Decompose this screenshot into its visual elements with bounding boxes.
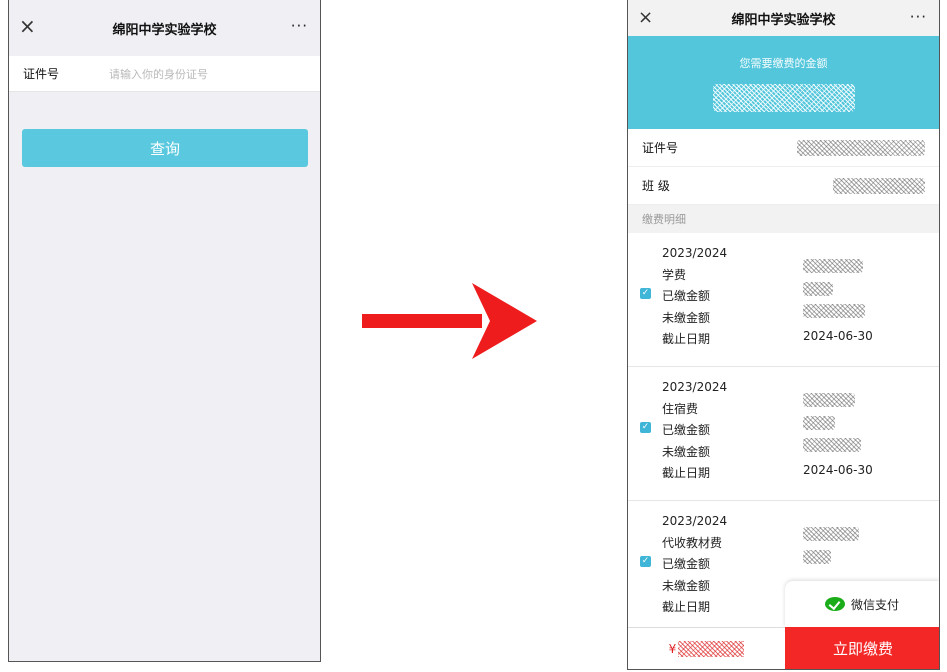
class-label: 班 级: [642, 179, 670, 193]
unpaid-label: 未缴金额: [662, 444, 711, 459]
redacted-fee: [803, 259, 863, 273]
section-title: 缴费明细: [628, 205, 939, 233]
redacted-values: [803, 247, 865, 318]
paid-label: 已缴金额: [662, 289, 711, 303]
nav-bar: × 绵阳中学实验学校 ···: [9, 0, 320, 56]
redacted-paid: [803, 550, 831, 564]
fee-name: 住宿费: [662, 401, 699, 416]
deadline-date: 2024-06-30: [803, 463, 873, 477]
id-label: 证件号: [23, 67, 60, 81]
paid-label: 已缴金额: [662, 423, 711, 437]
unpaid-label: 未缴金额: [662, 310, 711, 325]
wechat-pay-option[interactable]: 微信支付: [785, 581, 939, 627]
redacted-class: [833, 177, 925, 194]
checkbox-checked-icon[interactable]: ✓: [640, 288, 651, 299]
class-row: 班 级: [628, 167, 939, 205]
query-screen: × 绵阳中学实验学校 ··· 证件号 请输入你的身份证号 查询: [8, 0, 321, 662]
deadline-label: 截止日期: [662, 332, 711, 346]
wechat-pay-icon: [824, 597, 845, 611]
id-field-row[interactable]: 证件号 请输入你的身份证号: [9, 56, 320, 92]
deadline-label: 截止日期: [662, 466, 711, 480]
wechat-pay-label: 微信支付: [850, 597, 899, 612]
checkbox-checked-icon[interactable]: ✓: [640, 422, 651, 433]
page-title: 绵阳中学实验学校: [112, 22, 217, 38]
fee-year: 2023/2024: [662, 380, 728, 394]
close-icon[interactable]: ×: [19, 16, 36, 36]
fee-name: 学费: [662, 267, 687, 282]
redacted-paid: [803, 282, 833, 296]
arrow-right-icon: [362, 283, 537, 359]
paid-label: 已缴金额: [662, 557, 711, 571]
total-amount: ¥: [628, 627, 785, 669]
pay-now-button[interactable]: 立即缴费: [785, 627, 939, 669]
id-input[interactable]: 请输入你的身份证号: [109, 66, 208, 82]
redacted-fee: [803, 393, 855, 407]
deadline-date: 2024-06-30: [803, 329, 873, 343]
fee-item: ✓ 2023/2024 学费 已缴金额 未缴金额 截止日期 2024-06-30: [628, 233, 939, 367]
stage: × 绵阳中学实验学校 ··· 证件号 请输入你的身份证号 查询 × 绵阳中学实验…: [0, 0, 947, 672]
amount-banner: 您需要缴费的金额: [628, 36, 939, 129]
close-icon[interactable]: ×: [638, 8, 653, 28]
more-icon[interactable]: ···: [910, 8, 927, 26]
fee-item: ✓ 2023/2024 住宿费 已缴金额 未缴金额 截止日期 2024-06-3…: [628, 367, 939, 501]
bottom-bar: ¥ 立即缴费: [628, 627, 939, 669]
query-button[interactable]: 查询: [22, 129, 308, 167]
deadline-label: 截止日期: [662, 600, 711, 614]
fee-labels: 2023/2024 代收教材费 已缴金额 未缴金额 截止日期: [662, 511, 727, 619]
fee-labels: 2023/2024 住宿费 已缴金额 未缴金额 截止日期: [662, 377, 727, 485]
payment-screen: × 绵阳中学实验学校 ··· 您需要缴费的金额 证件号 班 级 缴费明细 ✓ 2…: [627, 0, 940, 670]
checkbox-checked-icon[interactable]: ✓: [640, 556, 651, 567]
redacted-paid: [803, 416, 835, 430]
fee-labels: 2023/2024 学费 已缴金额 未缴金额 截止日期: [662, 243, 727, 351]
redacted-id: [797, 139, 925, 156]
redacted-fee: [803, 527, 859, 541]
unpaid-label: 未缴金额: [662, 578, 711, 593]
redacted-values: [803, 381, 861, 452]
redacted-total: [678, 641, 745, 657]
redacted-amount: [712, 84, 855, 112]
nav-bar: × 绵阳中学实验学校 ···: [628, 0, 939, 36]
fee-year: 2023/2024: [662, 246, 728, 260]
id-label: 证件号: [642, 141, 679, 155]
amount-caption: 您需要缴费的金额: [739, 57, 828, 70]
redacted-unpaid: [803, 438, 861, 452]
currency-symbol: ¥: [668, 642, 677, 656]
redacted-values: [803, 515, 859, 564]
id-row: 证件号: [628, 129, 939, 167]
fee-name: 代收教材费: [662, 535, 723, 550]
redacted-unpaid: [803, 304, 865, 318]
more-icon[interactable]: ···: [291, 17, 308, 35]
fee-year: 2023/2024: [662, 514, 728, 528]
page-title: 绵阳中学实验学校: [731, 12, 836, 28]
